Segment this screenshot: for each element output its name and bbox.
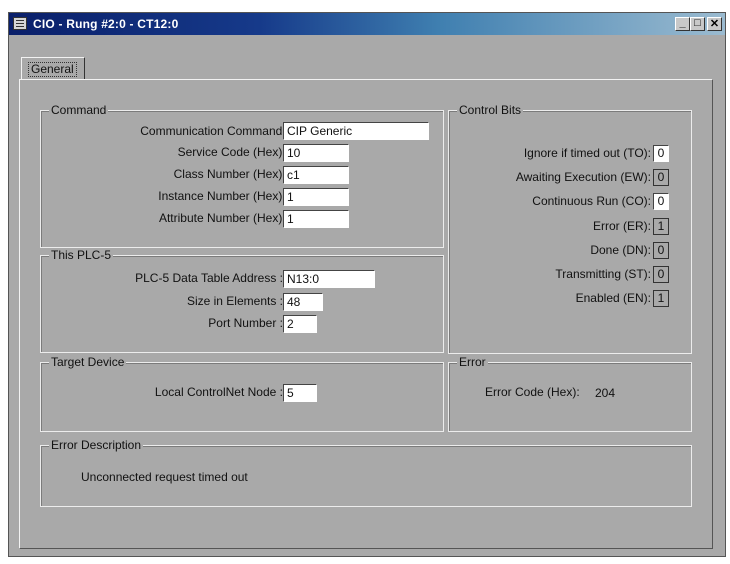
error-code-label: Error Code (Hex): <box>485 385 580 399</box>
error-description-group: Error Description Unconnected request ti… <box>40 438 692 507</box>
local-controlnet-node-field[interactable]: 5 <box>283 384 317 402</box>
window-title: CIO - Rung #2:0 - CT12:0 <box>33 17 179 31</box>
maximize-button[interactable]: □ <box>690 17 705 31</box>
class-number-field[interactable]: c1 <box>283 166 349 184</box>
local-controlnet-node-label: Local ControlNet Node : <box>154 385 283 399</box>
attribute-number-field[interactable]: 1 <box>283 210 349 228</box>
minimize-icon: _ <box>679 17 686 29</box>
bit-ew-field: 0 <box>653 169 669 186</box>
port-number-field[interactable]: 2 <box>283 315 317 333</box>
title-bar[interactable]: CIO - Rung #2:0 - CT12:0 _ □ ✕ <box>9 13 725 35</box>
bit-dn-label: Done (DN): <box>590 243 651 257</box>
command-group: Command Communication Command : CIP Gene… <box>40 103 444 248</box>
error-legend: Error <box>457 355 488 369</box>
bit-st-label: Transmitting (ST): <box>555 267 651 281</box>
target-device-legend: Target Device <box>49 355 127 369</box>
communication-command-field[interactable]: CIP Generic <box>283 122 429 140</box>
service-code-field[interactable]: 10 <box>283 144 349 162</box>
bit-to-label: Ignore if timed out (TO): <box>523 146 651 160</box>
instance-number-label: Instance Number (Hex) : <box>158 189 289 203</box>
data-table-address-field[interactable]: N13:0 <box>283 270 375 288</box>
port-number-label: Port Number : <box>208 316 283 330</box>
instance-number-field[interactable]: 1 <box>283 188 349 206</box>
bit-en-field: 1 <box>653 290 669 307</box>
communication-command-label: Communication Command : <box>140 124 289 138</box>
minimize-button[interactable]: _ <box>675 17 690 31</box>
bit-er-label: Error (ER): <box>593 219 651 233</box>
bit-dn-field: 0 <box>653 242 669 259</box>
this-plc-group: This PLC-5 PLC-5 Data Table Address : N1… <box>40 248 444 353</box>
app-menu-icon[interactable] <box>13 17 27 30</box>
size-in-elements-label: Size in Elements : <box>186 294 283 308</box>
tab-general-label: General <box>28 62 77 77</box>
target-device-group: Target Device Local ControlNet Node : 5 <box>40 355 444 432</box>
tab-general[interactable]: General <box>21 57 85 79</box>
service-code-label: Service Code (Hex) : <box>177 145 289 159</box>
data-table-address-label: PLC-5 Data Table Address : <box>135 271 283 285</box>
size-in-elements-field[interactable]: 48 <box>283 293 323 311</box>
attribute-number-label: Attribute Number (Hex) : <box>158 211 289 225</box>
control-bits-legend: Control Bits <box>457 103 524 117</box>
command-legend: Command <box>49 103 109 117</box>
class-number-label: Class Number (Hex) : <box>173 167 289 181</box>
error-group: Error Error Code (Hex): 204 <box>448 355 692 432</box>
bit-co-field[interactable]: 0 <box>653 193 669 210</box>
error-description-legend: Error Description <box>49 438 144 452</box>
message-dialog-window: CIO - Rung #2:0 - CT12:0 _ □ ✕ General C… <box>8 12 726 557</box>
bit-to-field[interactable]: 0 <box>653 145 669 162</box>
close-button[interactable]: ✕ <box>707 17 722 31</box>
control-bits-group: Control Bits Ignore if timed out (TO): 0… <box>448 103 692 354</box>
bit-er-field: 1 <box>653 218 669 235</box>
bit-en-label: Enabled (EN): <box>575 291 651 305</box>
close-icon: ✕ <box>709 18 720 30</box>
maximize-icon: □ <box>694 17 701 29</box>
bit-st-field: 0 <box>653 266 669 283</box>
this-plc-legend: This PLC-5 <box>49 248 114 262</box>
bit-co-label: Continuous Run (CO): <box>532 194 651 208</box>
error-code-value: 204 <box>595 386 616 400</box>
bit-ew-label: Awaiting Execution (EW): <box>515 170 651 184</box>
general-tab-panel: Command Communication Command : CIP Gene… <box>19 79 713 549</box>
error-description-text: Unconnected request timed out <box>81 470 248 484</box>
